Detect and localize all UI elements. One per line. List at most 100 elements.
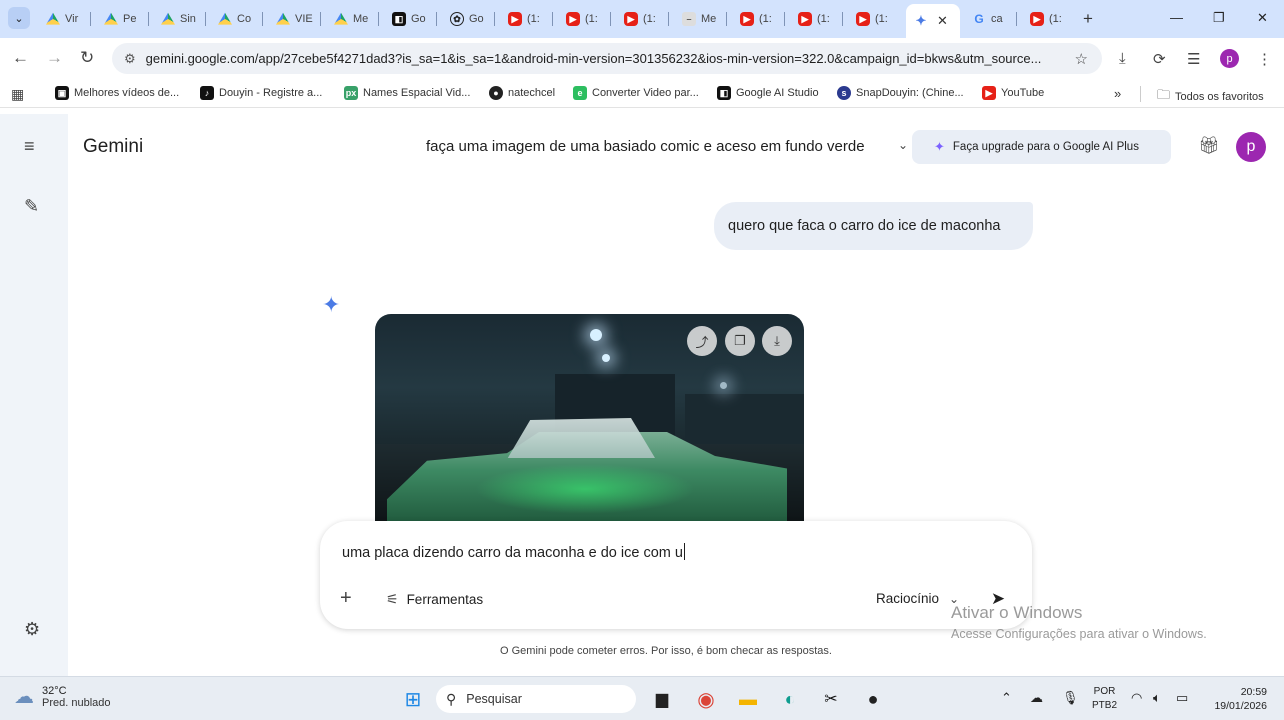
clock-date: 19/01/2026 — [1214, 700, 1267, 712]
all-bookmarks[interactable]: 🗀 Todos os favoritos — [1157, 86, 1264, 108]
taskbar-search[interactable]: ⚲ Pesquisar — [436, 685, 636, 713]
browser-tab[interactable]: ▶ (1: — [1022, 6, 1075, 32]
browser-tab[interactable]: ✿ Go — [442, 6, 495, 32]
tab-label: ca — [991, 13, 1003, 25]
search-icon: ⚲ — [446, 690, 457, 707]
back-icon[interactable]: ← — [12, 48, 29, 68]
wifi-icon[interactable]: ◠ — [1131, 690, 1142, 706]
snap-icon: s — [837, 86, 851, 100]
more-menu-icon[interactable]: ⋮ — [1257, 50, 1272, 68]
browser-toolbar: ← → ↻ ⚙ gemini.google.com/app/27cebe5f42… — [0, 38, 1284, 80]
browser-tab[interactable]: ▶ (1: — [500, 6, 553, 32]
browser-tab[interactable]: Sin — [153, 6, 206, 32]
bookmark-item[interactable]: ▶ YouTube — [982, 86, 1044, 100]
more-bookmarks-icon[interactable]: » — [1114, 86, 1121, 101]
bookmark-item[interactable]: px Names Espacial Vid... — [344, 86, 470, 100]
generated-image[interactable]: ⤴ ❐ ⤓ — [375, 314, 804, 524]
reload-icon[interactable]: ↻ — [80, 48, 94, 68]
chrome-icon[interactable]: ◉ — [694, 687, 718, 711]
browser-tab-active[interactable]: ✦ ✕ — [906, 4, 960, 38]
upgrade-button[interactable]: ✦ Faça upgrade para o Google AI Plus — [912, 130, 1171, 164]
model-selector[interactable]: Raciocínio ⌄ — [876, 591, 959, 606]
apps-grid-icon[interactable]: ▦ — [11, 86, 24, 103]
bookmark-star-icon[interactable]: ☆ — [1075, 50, 1088, 68]
minimize-icon[interactable]: — — [1170, 10, 1183, 25]
chevron-down-icon[interactable]: ⌄ — [898, 138, 908, 152]
bookmark-item[interactable]: s SnapDouyin: (Chine... — [837, 86, 964, 100]
close-window-icon[interactable]: ✕ — [1257, 10, 1268, 26]
keyboard-layout: PTB2 — [1092, 700, 1118, 711]
upgrade-label: Faça upgrade para o Google AI Plus — [952, 141, 1139, 153]
prompt-input[interactable]: uma placa dizendo carro da maconha e do … — [342, 543, 685, 561]
add-attachment-icon[interactable]: + — [340, 587, 352, 610]
download-image-icon[interactable]: ⤓ — [762, 326, 792, 356]
page-icon: – — [682, 12, 696, 26]
weather-widget[interactable]: ☁ 32°C Pred. nublado — [14, 684, 111, 709]
copy-icon[interactable]: ❐ — [725, 326, 755, 356]
new-tab-icon[interactable]: + — [1083, 9, 1093, 29]
browser-tab[interactable]: ▶ (1: — [790, 6, 843, 32]
browser-tab[interactable]: ▶ (1: — [848, 6, 901, 32]
tab-search-chevron-icon[interactable]: ⌄ — [8, 7, 30, 29]
gemini-main: Gemini faça uma imagem de uma basiado co… — [68, 114, 1284, 676]
bookmark-item[interactable]: ♪ Douyin - Registre a... — [200, 86, 322, 100]
media-icon[interactable]: ☰ — [1187, 50, 1200, 68]
extensions-icon[interactable]: ⟳ — [1153, 50, 1166, 68]
forward-icon[interactable]: → — [46, 48, 63, 68]
share-icon[interactable]: ⤴ — [687, 326, 717, 356]
avatar[interactable]: p — [1236, 132, 1266, 162]
image-car-roof — [507, 418, 655, 458]
profile-avatar[interactable]: p — [1220, 49, 1239, 68]
address-bar[interactable]: ⚙ gemini.google.com/app/27cebe5f4271dad3… — [112, 43, 1102, 74]
new-chat-icon[interactable]: ✎ — [24, 196, 39, 217]
browser-tab[interactable]: Co — [210, 6, 263, 32]
restore-icon[interactable]: ❐ — [1213, 10, 1225, 26]
edge-icon[interactable]: ◐ — [778, 687, 802, 711]
browser-tab[interactable]: ▶ (1: — [558, 6, 611, 32]
download-icon[interactable]: ⤓ — [1119, 50, 1126, 67]
browser-tab[interactable]: VIE — [268, 6, 321, 32]
browser-tab[interactable]: ◧ Go — [384, 6, 437, 32]
github-icon: ● — [489, 86, 503, 100]
language-indicator[interactable]: POR PTB2 — [1092, 685, 1117, 713]
battery-icon[interactable]: ▭ — [1176, 690, 1188, 706]
clock-time: 20:59 — [1240, 686, 1267, 698]
image-streetlight — [590, 329, 602, 341]
browser-tab[interactable]: Pe — [96, 6, 149, 32]
tools-button[interactable]: ⚟ Ferramentas — [386, 591, 483, 608]
google-icon: G — [974, 12, 984, 26]
close-tab-icon[interactable]: ✕ — [937, 13, 948, 29]
volume-icon[interactable]: 🔈︎ — [1153, 690, 1161, 706]
tray-chevron-icon[interactable]: ⌃ — [1001, 690, 1012, 706]
prompt-composer[interactable]: uma placa dizendo carro da maconha e do … — [320, 521, 1032, 629]
site-settings-icon[interactable]: ⚙ — [124, 51, 136, 67]
browser-tab[interactable]: ▶ (1: — [616, 6, 669, 32]
tab-label: (1: — [817, 13, 830, 25]
youtube-icon: ▶ — [740, 12, 754, 26]
app-icon[interactable]: ● — [861, 687, 885, 711]
task-view-icon[interactable]: ▆ — [650, 687, 674, 711]
chat-title[interactable]: faça uma imagem de uma basiado comic e a… — [426, 138, 865, 155]
menu-icon[interactable]: ≡ — [24, 136, 35, 157]
bookmark-label: SnapDouyin: (Chine... — [856, 87, 964, 99]
bookmark-item[interactable]: e Converter Video par... — [573, 86, 699, 100]
onedrive-icon[interactable]: ☁ — [1030, 690, 1043, 706]
gift-icon[interactable]: 🎁︎ — [1198, 136, 1220, 156]
file-explorer-icon[interactable]: ▬ — [736, 687, 760, 711]
system-clock[interactable]: 20:59 19/01/2026 — [1205, 685, 1267, 713]
bookmark-item[interactable]: ◧ Google AI Studio — [717, 86, 819, 100]
bookmark-label: YouTube — [1001, 87, 1045, 99]
settings-gear-icon[interactable]: ⚙ — [24, 619, 40, 640]
browser-tab[interactable]: Gca — [964, 6, 1017, 32]
capcut-icon[interactable]: ✂ — [819, 687, 843, 711]
microphone-icon[interactable]: 🎙︎ — [1062, 690, 1079, 706]
app-title[interactable]: Gemini — [83, 136, 143, 158]
bookmark-item[interactable]: ▣ Melhores vídeos de... — [55, 86, 179, 100]
browser-tab[interactable]: Me — [326, 6, 379, 32]
youtube-icon: ▶ — [798, 12, 812, 26]
browser-tab[interactable]: Vir — [38, 6, 91, 32]
windows-start-icon[interactable]: ⊞ — [401, 687, 425, 711]
browser-tab[interactable]: – Me — [674, 6, 727, 32]
browser-tab[interactable]: ▶ (1: — [732, 6, 785, 32]
bookmark-item[interactable]: ● natechcel — [489, 86, 555, 100]
